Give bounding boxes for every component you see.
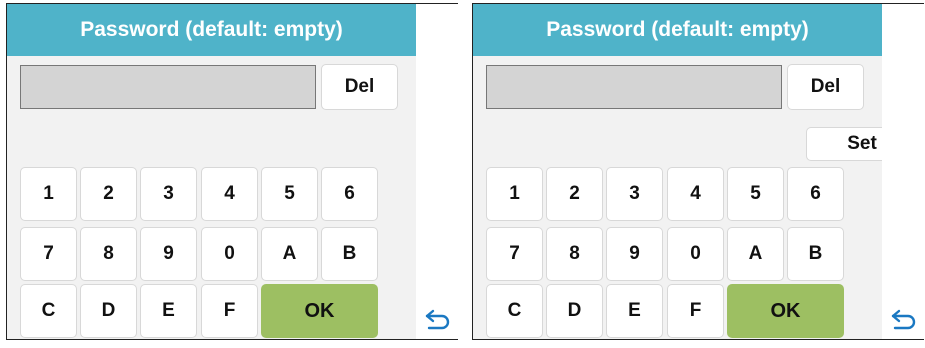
main-panel: Password (default: empty) Del 1 2 3 4 5 6 7 8 9 0 A B…	[7, 4, 416, 339]
delete-button[interactable]: Del	[321, 64, 398, 110]
key-d[interactable]: D	[80, 284, 137, 338]
back-arrow-icon[interactable]	[890, 308, 918, 330]
key-9[interactable]: 9	[606, 227, 663, 281]
key-0[interactable]: 0	[667, 227, 724, 281]
key-b[interactable]: B	[321, 227, 378, 281]
key-c[interactable]: C	[486, 284, 543, 338]
key-9[interactable]: 9	[140, 227, 197, 281]
password-input[interactable]	[486, 65, 782, 109]
key-c[interactable]: C	[20, 284, 77, 338]
password-screen-1: Password (default: empty) Del 1 2 3 4 5 6 7 8 9 0 A B…	[6, 3, 458, 340]
key-1[interactable]: 1	[20, 167, 77, 221]
key-7[interactable]: 7	[20, 227, 77, 281]
delete-button[interactable]: Del	[787, 64, 864, 110]
key-2[interactable]: 2	[80, 167, 137, 221]
key-8[interactable]: 8	[546, 227, 603, 281]
key-f[interactable]: F	[667, 284, 724, 338]
key-4[interactable]: 4	[667, 167, 724, 221]
key-4[interactable]: 4	[201, 167, 258, 221]
side-bar	[882, 4, 924, 339]
key-5[interactable]: 5	[261, 167, 318, 221]
key-d[interactable]: D	[546, 284, 603, 338]
key-b[interactable]: B	[787, 227, 844, 281]
main-panel: Password (default: empty) Del Set 1 2 3 4 5 6 7 8 9…	[473, 4, 918, 339]
key-5[interactable]: 5	[727, 167, 784, 221]
key-a[interactable]: A	[261, 227, 318, 281]
page-title: Password (default: empty)	[473, 4, 882, 56]
key-7[interactable]: 7	[486, 227, 543, 281]
key-8[interactable]: 8	[80, 227, 137, 281]
ok-button[interactable]: OK	[261, 284, 378, 338]
key-3[interactable]: 3	[140, 167, 197, 221]
key-e[interactable]: E	[140, 284, 197, 338]
side-bar	[416, 4, 458, 339]
key-6[interactable]: 6	[787, 167, 844, 221]
key-6[interactable]: 6	[321, 167, 378, 221]
key-3[interactable]: 3	[606, 167, 663, 221]
back-arrow-icon[interactable]	[424, 308, 452, 330]
key-2[interactable]: 2	[546, 167, 603, 221]
password-screen-2: Password (default: empty) Del Set 1 2 3 4 5 6 7 8 9…	[472, 3, 924, 340]
password-input[interactable]	[20, 65, 316, 109]
key-e[interactable]: E	[606, 284, 663, 338]
key-1[interactable]: 1	[486, 167, 543, 221]
key-a[interactable]: A	[727, 227, 784, 281]
page-title: Password (default: empty)	[7, 4, 416, 56]
ok-button[interactable]: OK	[727, 284, 844, 338]
key-f[interactable]: F	[201, 284, 258, 338]
key-0[interactable]: 0	[201, 227, 258, 281]
